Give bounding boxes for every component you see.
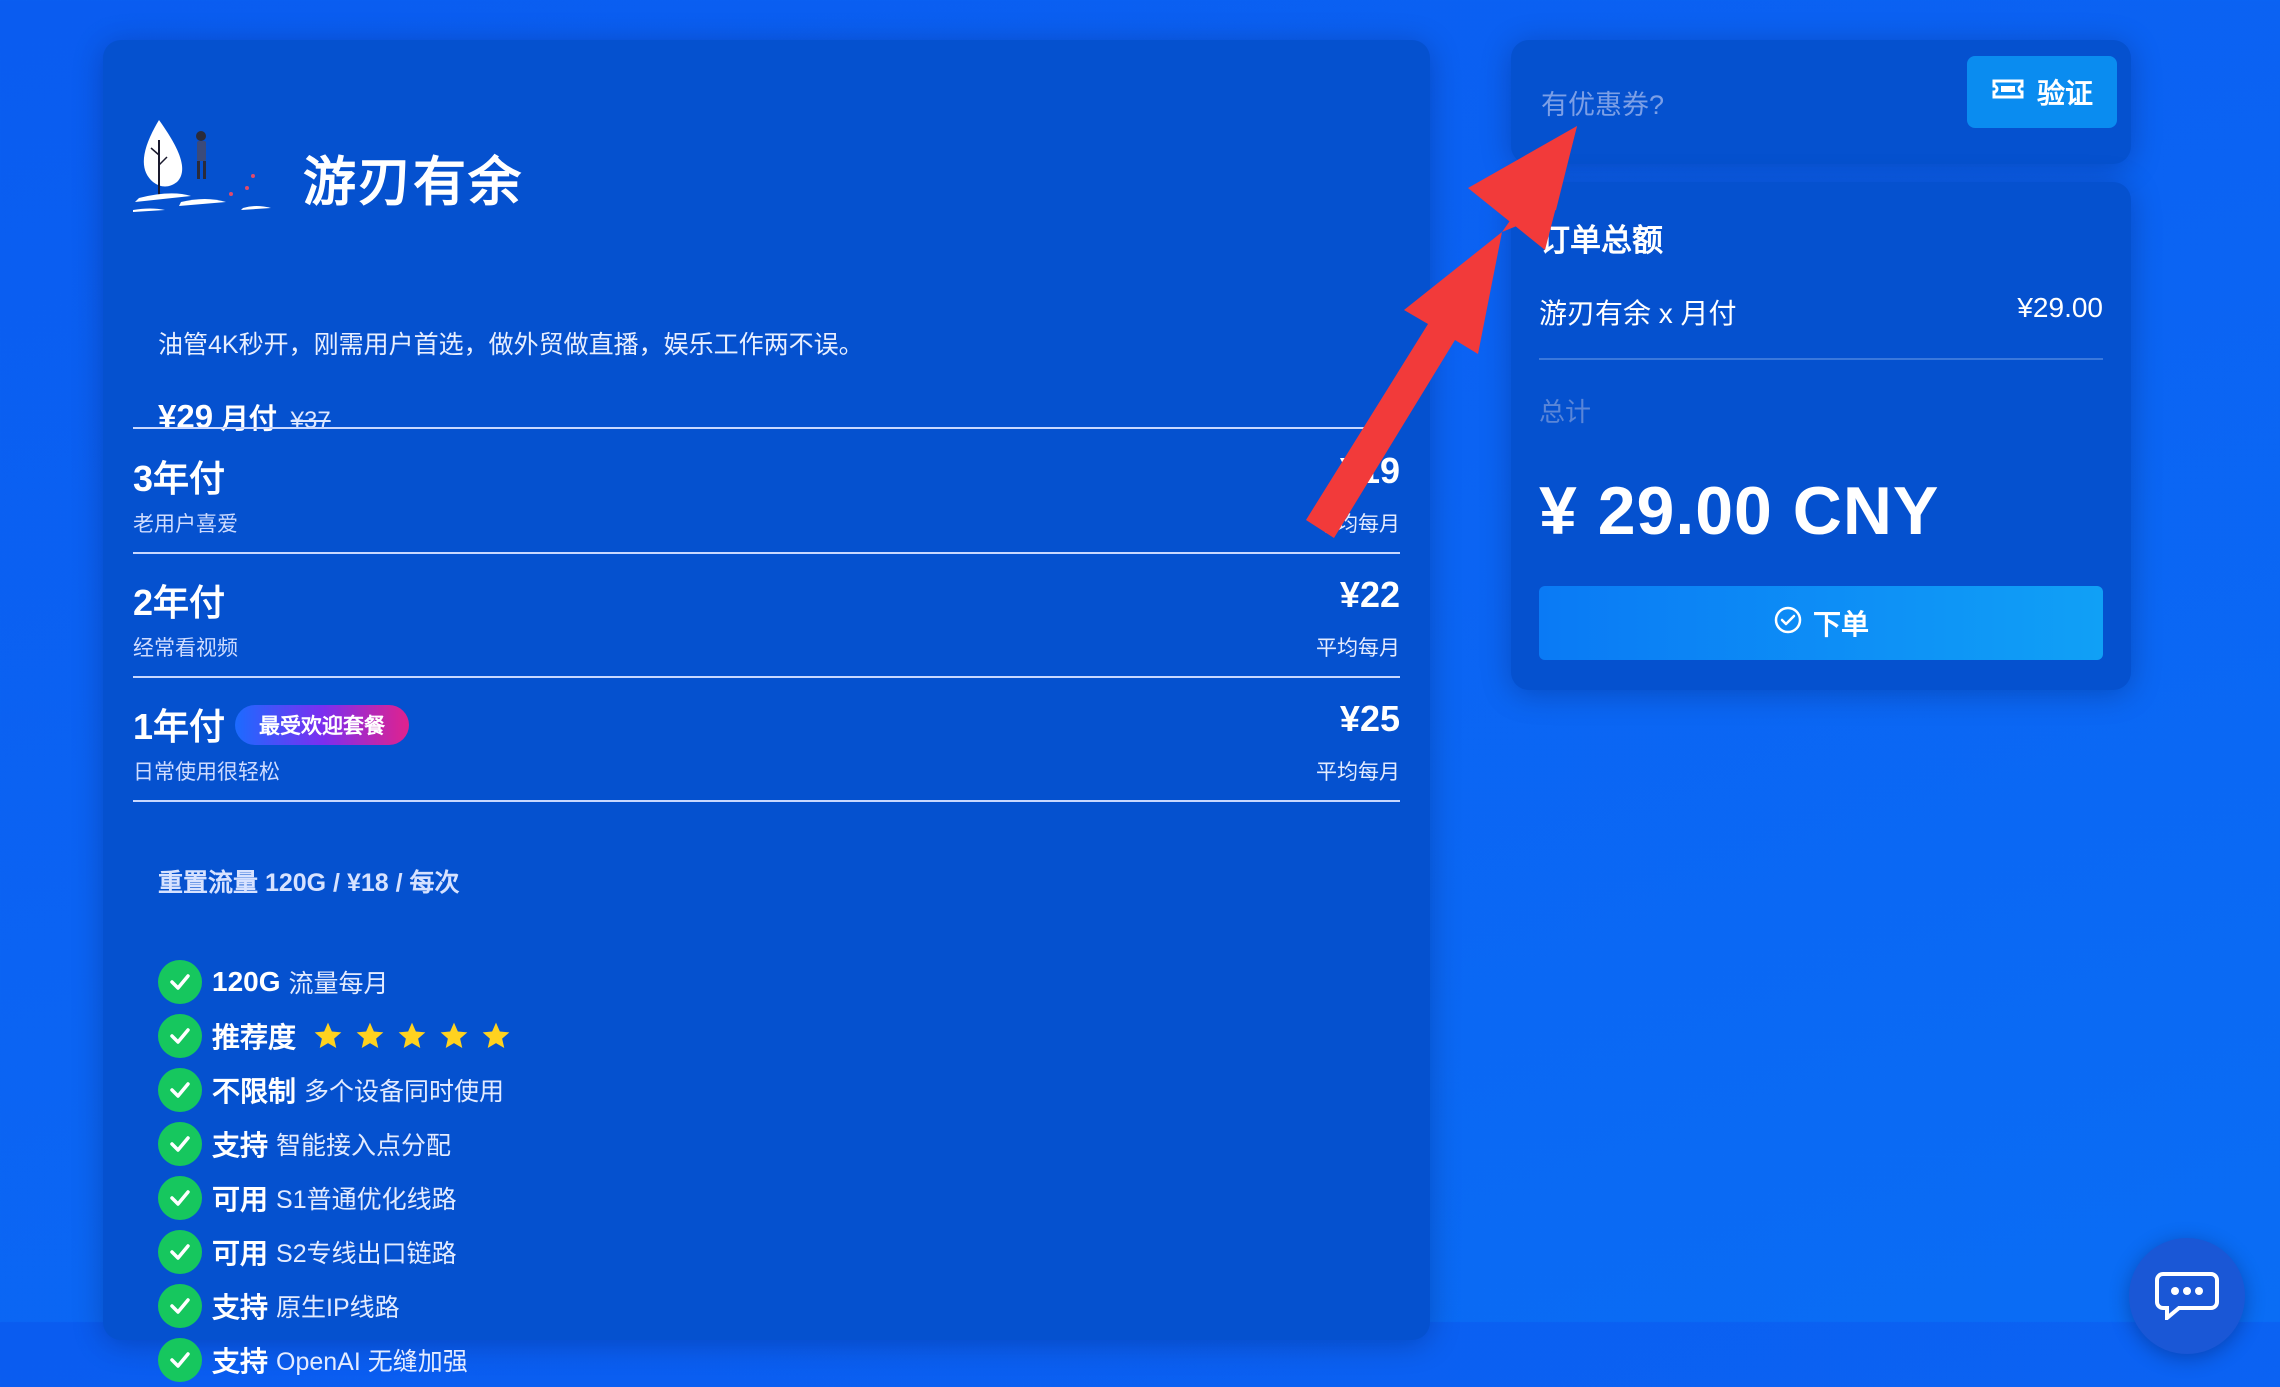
product-title: 游刃有余 <box>303 153 523 212</box>
check-icon <box>158 1230 202 1274</box>
order-summary-panel: 订单总额 游刃有余 x 月付 ¥29.00 总计 ¥ 29.00 CNY 下单 <box>1511 182 2131 690</box>
check-icon <box>158 1122 202 1166</box>
reset-traffic-info: 重置流量 120G / ¥18 / 每次 <box>158 869 460 897</box>
plan-per-month: 平均每月 <box>1316 513 1400 536</box>
check-icon <box>158 1176 202 1220</box>
feature-text: 多个设备同时使用 <box>304 1078 505 1106</box>
product-panel: 游刃有余 油管4K秒开，刚需用户首选，做外贸做直播，娱乐工作两不误。 ¥29 月… <box>103 40 1430 1382</box>
plan-name: 2年付 <box>133 582 226 623</box>
plan-name: 3年付 <box>133 458 226 499</box>
order-line-price: ¥29.00 <box>2017 292 2103 323</box>
ticket-icon <box>1991 76 2025 108</box>
order-line-item: 游刃有余 x 月付 <box>1539 298 1737 329</box>
chat-icon <box>2155 1268 2219 1325</box>
feature-strong: 120G <box>212 966 281 997</box>
star-icon <box>440 1022 468 1048</box>
check-icon <box>158 1338 202 1382</box>
plan-name: 1年付 <box>133 706 226 747</box>
verify-label: 验证 <box>2036 78 2093 109</box>
check-icon <box>158 1014 202 1058</box>
feature-strong: 可用 <box>212 1238 269 1269</box>
coupon-panel: 验证 <box>1511 40 2131 164</box>
plan-option-2year[interactable]: 2年付 经常看视频 ¥22 平均每月 <box>133 552 1400 678</box>
plan-subtitle: 日常使用很轻松 <box>133 761 280 784</box>
divider <box>1539 358 2103 360</box>
star-icon <box>482 1022 510 1048</box>
plan-per-month: 平均每月 <box>1316 761 1400 784</box>
feature-text: S2专线出口链路 <box>276 1240 457 1268</box>
check-circle-icon <box>1773 605 1803 642</box>
feature-text: 流量每月 <box>288 970 389 998</box>
feature-item: 支持 OpenAI 无缝加强 <box>158 1333 512 1387</box>
feature-item: 不限制 多个设备同时使用 <box>158 1063 512 1117</box>
plan-option-3year[interactable]: 3年付 老用户喜爱 ¥19 平均每月 <box>133 428 1400 554</box>
check-icon <box>158 960 202 1004</box>
star-icon <box>356 1022 384 1048</box>
product-description: 油管4K秒开，刚需用户首选，做外贸做直播，娱乐工作两不误。 <box>158 331 864 359</box>
feature-strong: 支持 <box>212 1346 269 1377</box>
plan-per-month: 平均每月 <box>1316 637 1400 660</box>
plan-name-with-badge: 1年付 最受欢迎套餐 <box>133 698 410 750</box>
feature-list: 120G 流量每月 推荐度 不限制 多个设备同时使用 支持 智能接入点分配 可用… <box>158 955 512 1387</box>
verify-coupon-button[interactable]: 验证 <box>1967 56 2117 128</box>
rating-stars <box>312 1020 512 1052</box>
feature-text: OpenAI 无缝加强 <box>276 1348 468 1376</box>
check-icon <box>158 1284 202 1328</box>
plan-subtitle: 经常看视频 <box>133 637 238 660</box>
feature-strong: 支持 <box>212 1130 269 1161</box>
feature-strong: 可用 <box>212 1184 269 1215</box>
feature-item: 支持 原生IP线路 <box>158 1279 512 1333</box>
star-icon <box>398 1022 426 1048</box>
feature-text: S1普通优化线路 <box>276 1186 457 1214</box>
plan-option-1year[interactable]: 1年付 最受欢迎套餐 日常使用很轻松 ¥25 平均每月 <box>133 676 1400 802</box>
feature-text: 原生IP线路 <box>276 1294 400 1322</box>
total-label: 总计 <box>1539 397 1592 427</box>
chat-support-button[interactable] <box>2129 1238 2245 1354</box>
place-order-button[interactable]: 下单 <box>1539 586 2103 660</box>
feature-item: 支持 智能接入点分配 <box>158 1117 512 1171</box>
plan-price: ¥22 <box>1339 574 1400 615</box>
feature-item: 可用 S1普通优化线路 <box>158 1171 512 1225</box>
feature-text: 智能接入点分配 <box>276 1132 452 1160</box>
feature-strong: 支持 <box>212 1292 269 1323</box>
coupon-input[interactable] <box>1539 82 1963 128</box>
feature-strong: 不限制 <box>212 1076 297 1107</box>
product-logo-illustration <box>131 110 281 230</box>
feature-strong: 推荐度 <box>212 1022 297 1053</box>
feature-item: 120G 流量每月 <box>158 955 512 1009</box>
place-order-label: 下单 <box>1812 609 1869 640</box>
plan-price: ¥19 <box>1339 450 1400 491</box>
plan-subtitle: 老用户喜爱 <box>133 513 238 536</box>
plan-price: ¥25 <box>1339 698 1400 739</box>
star-icon <box>314 1022 342 1048</box>
feature-item: 推荐度 <box>158 1009 512 1063</box>
order-summary-title: 订单总额 <box>1539 223 1663 258</box>
total-amount: ¥ 29.00 CNY <box>1539 473 1940 549</box>
feature-item: 可用 S2专线出口链路 <box>158 1225 512 1279</box>
popular-badge: 最受欢迎套餐 <box>235 705 410 746</box>
check-icon <box>158 1068 202 1112</box>
